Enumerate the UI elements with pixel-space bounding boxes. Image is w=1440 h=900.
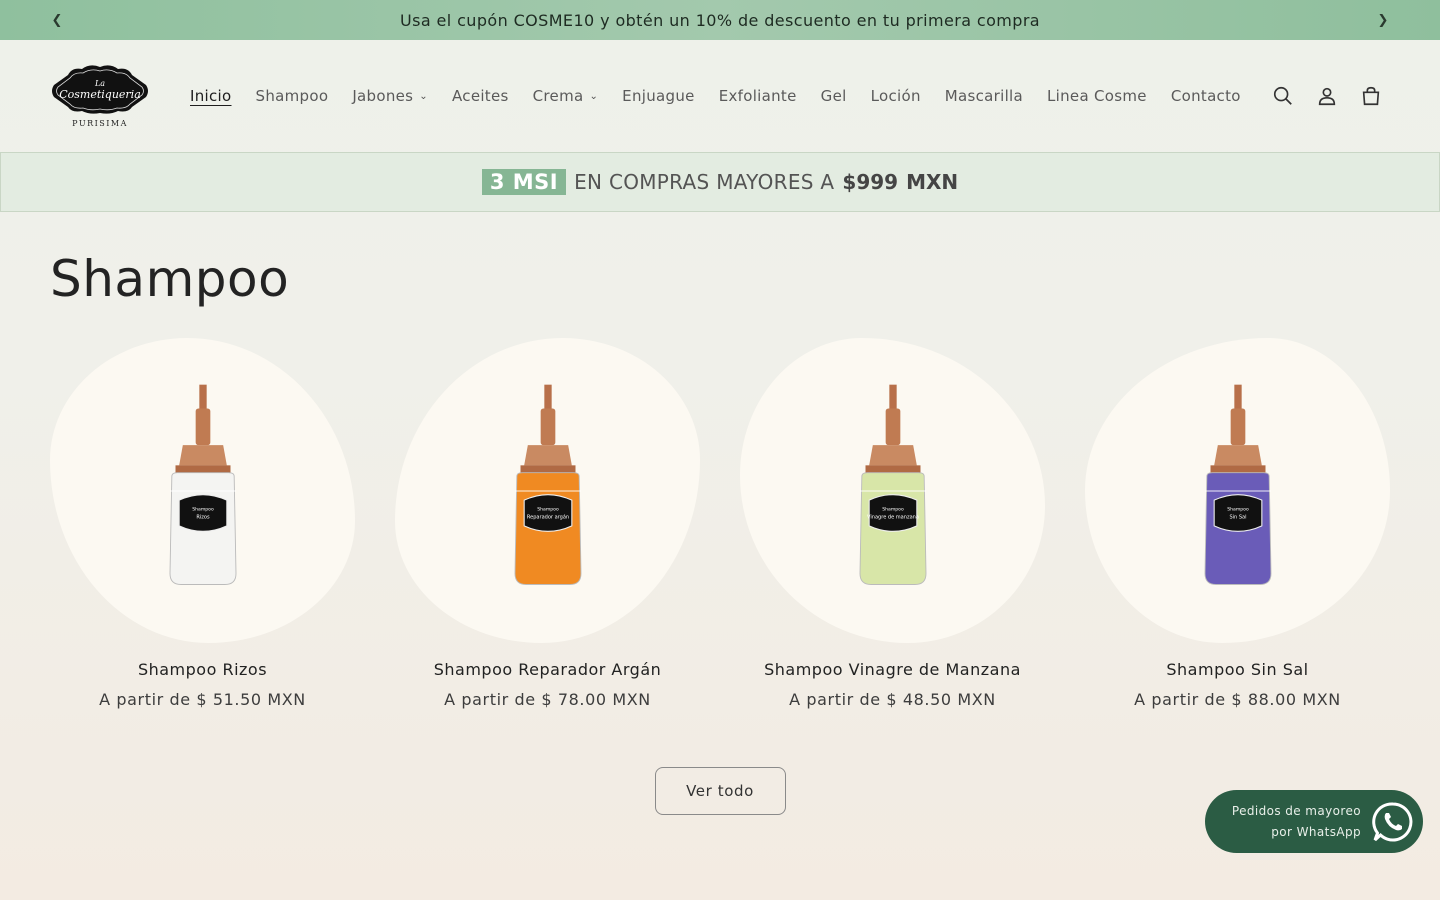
bottle-label-variant: Reparador argán	[526, 513, 568, 520]
product-title[interactable]: Shampoo Reparador Argán	[434, 660, 662, 679]
shampoo-bottle-illustration: Shampoo Sin Sal	[1204, 384, 1271, 585]
shampoo-bottle-illustration: Shampoo Vinagre de manzana	[859, 384, 926, 585]
nav-item-aceites[interactable]: Aceites	[440, 87, 521, 105]
shampoo-bottle-illustration: Shampoo Rizos	[169, 384, 236, 585]
nav-item-crema[interactable]: Crema ⌄	[521, 87, 611, 105]
search-icon[interactable]	[1272, 85, 1294, 107]
bottle-label-brand: Shampoo	[882, 506, 904, 512]
announcement-bar: ❮ Usa el cupón COSME10 y obtén un 10% de…	[0, 0, 1440, 40]
svg-text:Cosmetiqueria: Cosmetiqueria	[59, 88, 141, 101]
msi-badge: 3 MSI	[481, 169, 567, 195]
msi-amount: $999	[842, 170, 899, 194]
chevron-left-icon[interactable]: ❮	[37, 0, 77, 40]
store-logo[interactable]: La Cosmetiqueria PURISIMA	[50, 61, 150, 131]
product-image[interactable]: Shampoo Reparador argán	[395, 338, 700, 643]
bottle-label-brand: Shampoo	[537, 506, 559, 512]
product-card[interactable]: Shampoo Rizos Shampoo Rizos A partir de $…	[50, 338, 355, 709]
msi-currency: MXN	[906, 170, 959, 194]
bottle-label-variant: Vinagre de manzana	[867, 514, 919, 520]
product-card[interactable]: Shampoo Vinagre de manzana Shampoo Vinagr…	[740, 338, 1045, 709]
msi-promo-banner: 3 MSI EN COMPRAS MAYORES A $999 MXN	[0, 152, 1440, 212]
section-title: Shampoo	[50, 250, 290, 308]
product-image[interactable]: Shampoo Sin Sal	[1085, 338, 1390, 643]
product-title[interactable]: Shampoo Rizos	[138, 660, 267, 679]
nav-item-exfoliante[interactable]: Exfoliante	[707, 87, 809, 105]
nav-item-gel[interactable]: Gel	[809, 87, 859, 105]
nav-item-locion[interactable]: Loción	[859, 87, 933, 105]
nav-item-inicio[interactable]: Inicio	[178, 87, 244, 105]
chevron-down-icon: ⌄	[589, 90, 599, 102]
logo-graphic: La Cosmetiqueria PURISIMA	[52, 65, 148, 128]
site-header: La Cosmetiqueria PURISIMA Inicio Shampoo…	[0, 40, 1440, 152]
nav-item-mascarilla[interactable]: Mascarilla	[933, 87, 1035, 105]
nav-item-enjuague[interactable]: Enjuague	[610, 87, 707, 105]
product-title[interactable]: Shampoo Vinagre de Manzana	[764, 660, 1021, 679]
nav-item-jabones[interactable]: Jabones ⌄	[340, 87, 440, 105]
bottle-label-variant: Rizos	[196, 514, 210, 520]
product-image[interactable]: Shampoo Vinagre de manzana	[740, 338, 1045, 643]
product-card[interactable]: Shampoo Reparador argán Shampoo Reparador…	[395, 338, 700, 709]
svg-text:La: La	[94, 79, 105, 88]
bottle-label-brand: Shampoo	[192, 506, 214, 512]
msi-text: EN COMPRAS MAYORES A	[574, 170, 835, 194]
bottle-label-variant: Sin Sal	[1229, 514, 1246, 520]
product-price: A partir de $ 88.00 MXN	[1134, 690, 1341, 709]
product-card[interactable]: Shampoo Sin Sal Shampoo Sin Sal A partir …	[1085, 338, 1390, 709]
product-price: A partir de $ 51.50 MXN	[99, 690, 306, 709]
whatsapp-icon	[1372, 801, 1413, 841]
product-image[interactable]: Shampoo Rizos	[50, 338, 355, 643]
announcement-text: Usa el cupón COSME10 y obtén un 10% de d…	[399, 10, 1040, 30]
bottle-label-brand: Shampoo	[1227, 506, 1249, 512]
product-title[interactable]: Shampoo Sin Sal	[1166, 660, 1308, 679]
nav-item-contacto[interactable]: Contacto	[1159, 87, 1253, 105]
svg-text:PURISIMA: PURISIMA	[72, 119, 128, 128]
header-actions	[1272, 85, 1382, 107]
whatsapp-label: Pedidos de mayoreo por WhatsApp	[1231, 803, 1361, 839]
product-grid: Shampoo Rizos Shampoo Rizos A partir de $…	[0, 338, 1440, 709]
product-price: A partir de $ 78.00 MXN	[444, 690, 651, 709]
shampoo-bottle-illustration: ShampooReparador argán	[514, 384, 581, 585]
nav-item-shampoo[interactable]: Shampoo	[244, 87, 341, 105]
nav-item-linea-cosme[interactable]: Linea Cosme	[1035, 87, 1159, 105]
chevron-down-icon: ⌄	[419, 90, 428, 102]
cart-icon[interactable]	[1360, 85, 1382, 107]
whatsapp-button[interactable]: Pedidos de mayoreo por WhatsApp	[1205, 790, 1423, 853]
view-all-button[interactable]: Ver todo	[654, 767, 786, 815]
account-icon[interactable]	[1316, 85, 1338, 107]
product-price: A partir de $ 48.50 MXN	[789, 690, 996, 709]
main-nav: Inicio Shampoo Jabones ⌄ Aceites Crema ⌄ E…	[178, 87, 1272, 105]
chevron-right-icon[interactable]: ❯	[1363, 0, 1403, 40]
